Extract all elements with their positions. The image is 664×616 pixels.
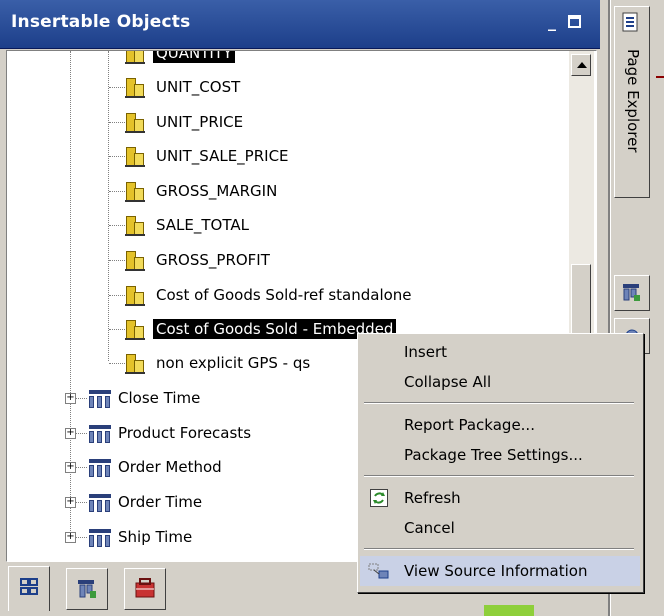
tree-item-dimension[interactable]: Close Time (89, 384, 203, 412)
expand-toggle[interactable]: + (65, 393, 76, 404)
expand-toggle[interactable]: + (65, 462, 76, 473)
refresh-icon (370, 489, 388, 507)
toolbox-icon (135, 578, 155, 598)
tree-item-label: UNIT_COST (156, 78, 241, 96)
measure-icon (125, 249, 147, 271)
tree-connector (109, 363, 125, 364)
tree-item-dimension[interactable]: Order Method (89, 453, 225, 481)
menu-item-label: View Source Information (404, 562, 588, 580)
dimension-icon (89, 423, 111, 443)
tab-page-explorer[interactable]: Page Explorer (614, 6, 650, 198)
menu-item-report-package[interactable]: Report Package... (360, 410, 640, 440)
menu-item-insert[interactable]: Insert (360, 337, 640, 367)
panel-title: Insertable Objects (11, 12, 191, 32)
expand-toggle[interactable]: + (65, 497, 76, 508)
tab-source[interactable] (8, 566, 50, 611)
dimension-icon (89, 388, 111, 408)
tree-connector (109, 295, 125, 296)
connector-arrow (656, 76, 664, 78)
page-explorer-icon (622, 12, 638, 32)
measure-icon (125, 51, 147, 64)
tree-item-measure[interactable]: Cost of Goods Sold - Embedded (125, 315, 397, 343)
measure-icon (125, 318, 147, 340)
menu-item-label: Cancel (404, 519, 455, 537)
menu-item-label: Package Tree Settings... (404, 446, 583, 464)
tree-item-label: SALE_TOTAL (156, 216, 249, 234)
tree-item-label: UNIT_PRICE (156, 113, 244, 131)
tree-connector (108, 51, 109, 361)
tree-connector (109, 225, 125, 226)
tree-item-measure[interactable]: UNIT_COST (125, 73, 243, 101)
dimension-icon (89, 527, 111, 547)
dimension-icon (89, 492, 111, 512)
tab-toolbox[interactable] (124, 568, 166, 610)
measure-icon (125, 76, 147, 98)
measure-icon (125, 284, 147, 306)
menu-separator (364, 475, 634, 477)
tree-item-label: Cost of Goods Sold-ref standalone (156, 286, 412, 304)
measure-icon (125, 145, 147, 167)
tree-item-measure[interactable]: GROSS_MARGIN (125, 177, 280, 205)
data-items-icon (78, 580, 96, 598)
side-tool-button[interactable] (614, 275, 650, 311)
tree-item-label: Ship Time (118, 528, 193, 546)
tree-item-dimension[interactable]: Ship Time (89, 523, 195, 551)
tree-item-label: UNIT_SALE_PRICE (156, 147, 289, 165)
tree-item-measure[interactable]: GROSS_PROFIT (125, 246, 273, 274)
tree-item-measure[interactable]: Cost of Goods Sold-ref standalone (125, 281, 415, 309)
dimension-icon (89, 457, 111, 477)
data-items-icon (623, 284, 640, 301)
tree-item-label: GROSS_MARGIN (156, 182, 278, 200)
menu-item-refresh[interactable]: Refresh (360, 483, 640, 513)
tree-connector (109, 191, 125, 192)
measure-icon (125, 352, 147, 374)
expand-toggle[interactable]: + (65, 428, 76, 439)
menu-separator (364, 548, 634, 550)
menu-item-label: Refresh (404, 489, 461, 507)
tree-item-label: Close Time (118, 389, 201, 407)
tree-connector (109, 87, 125, 88)
tree-connector (109, 329, 125, 330)
tree-item-measure[interactable]: QUANTITY (125, 51, 236, 67)
tree-item-label: Product Forecasts (118, 424, 252, 442)
scroll-up-button[interactable] (571, 54, 591, 76)
expand-toggle[interactable]: + (65, 532, 76, 543)
menu-item-label: Insert (404, 343, 448, 361)
tree-item-measure[interactable]: UNIT_PRICE (125, 108, 246, 136)
panel-title-bar[interactable]: Insertable Objects _ (0, 0, 600, 49)
tree-item-dimension[interactable]: Product Forecasts (89, 419, 254, 447)
minimize-button[interactable]: _ (544, 14, 560, 30)
tree-item-label: QUANTITY (153, 51, 236, 63)
maximize-button[interactable] (568, 15, 581, 28)
source-tree-icon (20, 578, 38, 595)
measure-icon (125, 180, 147, 202)
page-explorer-label: Page Explorer (624, 49, 642, 153)
source-info-icon (368, 563, 389, 579)
tree-item-label: non explicit GPS - qs (156, 354, 311, 372)
menu-item-view-source-information[interactable]: View Source Information (360, 556, 640, 586)
tree-item-label: Order Time (118, 493, 203, 511)
tree-item-measure[interactable]: UNIT_SALE_PRICE (125, 142, 292, 170)
measure-icon (125, 111, 147, 133)
tree-item-label: GROSS_PROFIT (156, 251, 270, 269)
tree-item-measure[interactable]: non explicit GPS - qs (125, 349, 313, 377)
context-menu: Insert Collapse All Report Package... Pa… (357, 333, 644, 593)
tab-data-items[interactable] (66, 568, 108, 610)
background-element (484, 605, 534, 616)
menu-item-package-tree-settings[interactable]: Package Tree Settings... (360, 440, 640, 470)
tree-connector (109, 122, 125, 123)
menu-item-cancel[interactable]: Cancel (360, 513, 640, 543)
tree-connector (109, 260, 125, 261)
menu-separator (364, 402, 634, 404)
tree-item-dimension[interactable]: Order Time (89, 488, 205, 516)
menu-item-collapse-all[interactable]: Collapse All (360, 367, 640, 397)
tree-item-label: Order Method (118, 458, 222, 476)
measure-icon (125, 214, 147, 236)
menu-item-label: Collapse All (404, 373, 492, 391)
tree-item-measure[interactable]: SALE_TOTAL (125, 211, 252, 239)
menu-item-label: Report Package... (404, 416, 535, 434)
tree-connector (109, 156, 125, 157)
